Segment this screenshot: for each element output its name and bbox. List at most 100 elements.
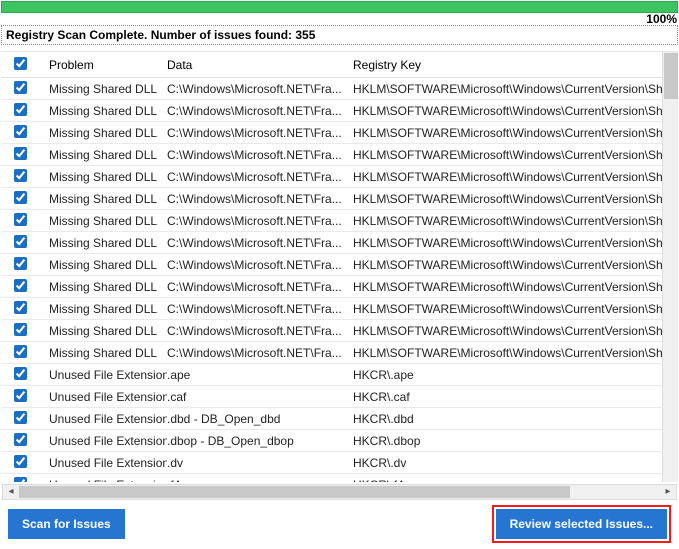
row-check-cell[interactable]	[1, 477, 39, 483]
row-check-cell[interactable]	[1, 169, 39, 185]
row-checkbox[interactable]	[14, 477, 27, 483]
row-checkbox[interactable]	[14, 279, 27, 292]
row-key-cell: HKCR\.dbd	[347, 412, 678, 426]
horizontal-scrollbar[interactable]: ◂ ▸	[2, 484, 677, 500]
row-check-cell[interactable]	[1, 125, 39, 141]
row-key-cell: HKLM\SOFTWARE\Microsoft\Windows\CurrentV…	[347, 104, 678, 118]
table-row[interactable]: Missing Shared DLLC:\Windows\Microsoft.N…	[1, 122, 678, 144]
row-check-cell[interactable]	[1, 345, 39, 361]
table-row[interactable]: Unused File Extension.dbd - DB_Open_dbdH…	[1, 408, 678, 430]
row-check-cell[interactable]	[1, 323, 39, 339]
row-data-cell: C:\Windows\Microsoft.NET\Fra...	[167, 214, 347, 228]
row-key-cell: HKLM\SOFTWARE\Microsoft\Windows\CurrentV…	[347, 258, 678, 272]
row-key-cell: HKLM\SOFTWARE\Microsoft\Windows\CurrentV…	[347, 302, 678, 316]
row-check-cell[interactable]	[1, 103, 39, 119]
row-problem-cell: Missing Shared DLL	[39, 192, 167, 206]
table-row[interactable]: Unused File Extension.dbop - DB_Open_dbo…	[1, 430, 678, 452]
row-checkbox[interactable]	[14, 147, 27, 160]
row-problem-cell: Unused File Extension	[39, 390, 167, 404]
table-row[interactable]: Missing Shared DLLC:\Windows\Microsoft.N…	[1, 188, 678, 210]
row-checkbox[interactable]	[14, 323, 27, 336]
table-row[interactable]: Missing Shared DLLC:\Windows\Microsoft.N…	[1, 276, 678, 298]
progress-percent-label: 100%	[646, 12, 677, 26]
scan-status-text: Registry Scan Complete. Number of issues…	[1, 25, 678, 45]
row-checkbox[interactable]	[14, 455, 27, 468]
table-row[interactable]: Unused File Extension.dvHKCR\.dv	[1, 452, 678, 474]
row-check-cell[interactable]	[1, 257, 39, 273]
scroll-right-arrow-icon[interactable]: ▸	[660, 485, 676, 499]
row-problem-cell: Unused File Extension	[39, 412, 167, 426]
row-problem-cell: Missing Shared DLL	[39, 302, 167, 316]
row-check-cell[interactable]	[1, 389, 39, 405]
row-data-cell: .dbd - DB_Open_dbd	[167, 412, 347, 426]
table-row[interactable]: Missing Shared DLLC:\Windows\Microsoft.N…	[1, 166, 678, 188]
table-row[interactable]: Missing Shared DLLC:\Windows\Microsoft.N…	[1, 232, 678, 254]
row-problem-cell: Unused File Extension	[39, 456, 167, 470]
review-selected-issues-button[interactable]: Review selected Issues...	[496, 509, 667, 539]
row-check-cell[interactable]	[1, 301, 39, 317]
header-problem[interactable]: Problem	[39, 58, 167, 72]
row-data-cell: .dbop - DB_Open_dbop	[167, 434, 347, 448]
row-key-cell: HKCR\.ape	[347, 368, 678, 382]
row-check-cell[interactable]	[1, 191, 39, 207]
table-row[interactable]: Missing Shared DLLC:\Windows\Microsoft.N…	[1, 100, 678, 122]
row-check-cell[interactable]	[1, 367, 39, 383]
row-problem-cell: Missing Shared DLL	[39, 170, 167, 184]
row-check-cell[interactable]	[1, 411, 39, 427]
table-row[interactable]: Unused File Extension.apeHKCR\.ape	[1, 364, 678, 386]
table-row[interactable]: Missing Shared DLLC:\Windows\Microsoft.N…	[1, 320, 678, 342]
row-key-cell: HKCR\.dbop	[347, 434, 678, 448]
select-all-checkbox[interactable]	[14, 57, 27, 70]
row-problem-cell: Unused File Extension	[39, 478, 167, 483]
row-checkbox[interactable]	[14, 235, 27, 248]
table-row[interactable]: Missing Shared DLLC:\Windows\Microsoft.N…	[1, 342, 678, 364]
row-check-cell[interactable]	[1, 147, 39, 163]
row-data-cell: C:\Windows\Microsoft.NET\Fra...	[167, 324, 347, 338]
table-row[interactable]: Missing Shared DLLC:\Windows\Microsoft.N…	[1, 144, 678, 166]
row-checkbox[interactable]	[14, 433, 27, 446]
row-key-cell: HKLM\SOFTWARE\Microsoft\Windows\CurrentV…	[347, 214, 678, 228]
header-select-all[interactable]	[1, 57, 39, 73]
row-data-cell: C:\Windows\Microsoft.NET\Fra...	[167, 302, 347, 316]
row-data-cell: .ape	[167, 368, 347, 382]
row-key-cell: HKLM\SOFTWARE\Microsoft\Windows\CurrentV…	[347, 346, 678, 360]
table-row[interactable]: Missing Shared DLLC:\Windows\Microsoft.N…	[1, 210, 678, 232]
row-checkbox[interactable]	[14, 169, 27, 182]
row-data-cell: C:\Windows\Microsoft.NET\Fra...	[167, 258, 347, 272]
scan-for-issues-button[interactable]: Scan for Issues	[8, 509, 125, 539]
row-checkbox[interactable]	[14, 345, 27, 358]
row-check-cell[interactable]	[1, 279, 39, 295]
row-checkbox[interactable]	[14, 191, 27, 204]
row-data-cell: C:\Windows\Microsoft.NET\Fra...	[167, 126, 347, 140]
table-row[interactable]: Missing Shared DLLC:\Windows\Microsoft.N…	[1, 298, 678, 320]
row-checkbox[interactable]	[14, 213, 27, 226]
row-check-cell[interactable]	[1, 81, 39, 97]
row-checkbox[interactable]	[14, 103, 27, 116]
scroll-left-arrow-icon[interactable]: ◂	[3, 485, 19, 499]
vertical-scrollbar-thumb[interactable]	[664, 53, 678, 99]
row-check-cell[interactable]	[1, 235, 39, 251]
row-checkbox[interactable]	[14, 389, 27, 402]
horizontal-scrollbar-thumb[interactable]	[19, 486, 570, 498]
row-check-cell[interactable]	[1, 455, 39, 471]
row-problem-cell: Missing Shared DLL	[39, 280, 167, 294]
row-checkbox[interactable]	[14, 301, 27, 314]
table-row[interactable]: Unused File Extension.f4vHKCR\.f4v	[1, 474, 678, 482]
row-problem-cell: Missing Shared DLL	[39, 214, 167, 228]
row-checkbox[interactable]	[14, 257, 27, 270]
row-checkbox[interactable]	[14, 81, 27, 94]
header-registry-key[interactable]: Registry Key	[347, 58, 678, 72]
table-row[interactable]: Missing Shared DLLC:\Windows\Microsoft.N…	[1, 78, 678, 100]
row-checkbox[interactable]	[14, 367, 27, 380]
row-problem-cell: Missing Shared DLL	[39, 82, 167, 96]
table-row[interactable]: Missing Shared DLLC:\Windows\Microsoft.N…	[1, 254, 678, 276]
table-row[interactable]: Unused File Extension.cafHKCR\.caf	[1, 386, 678, 408]
row-check-cell[interactable]	[1, 213, 39, 229]
vertical-scrollbar[interactable]	[662, 52, 678, 482]
row-problem-cell: Missing Shared DLL	[39, 324, 167, 338]
row-checkbox[interactable]	[14, 125, 27, 138]
row-check-cell[interactable]	[1, 433, 39, 449]
header-data[interactable]: Data	[167, 58, 347, 72]
row-key-cell: HKCR\.caf	[347, 390, 678, 404]
row-checkbox[interactable]	[14, 411, 27, 424]
